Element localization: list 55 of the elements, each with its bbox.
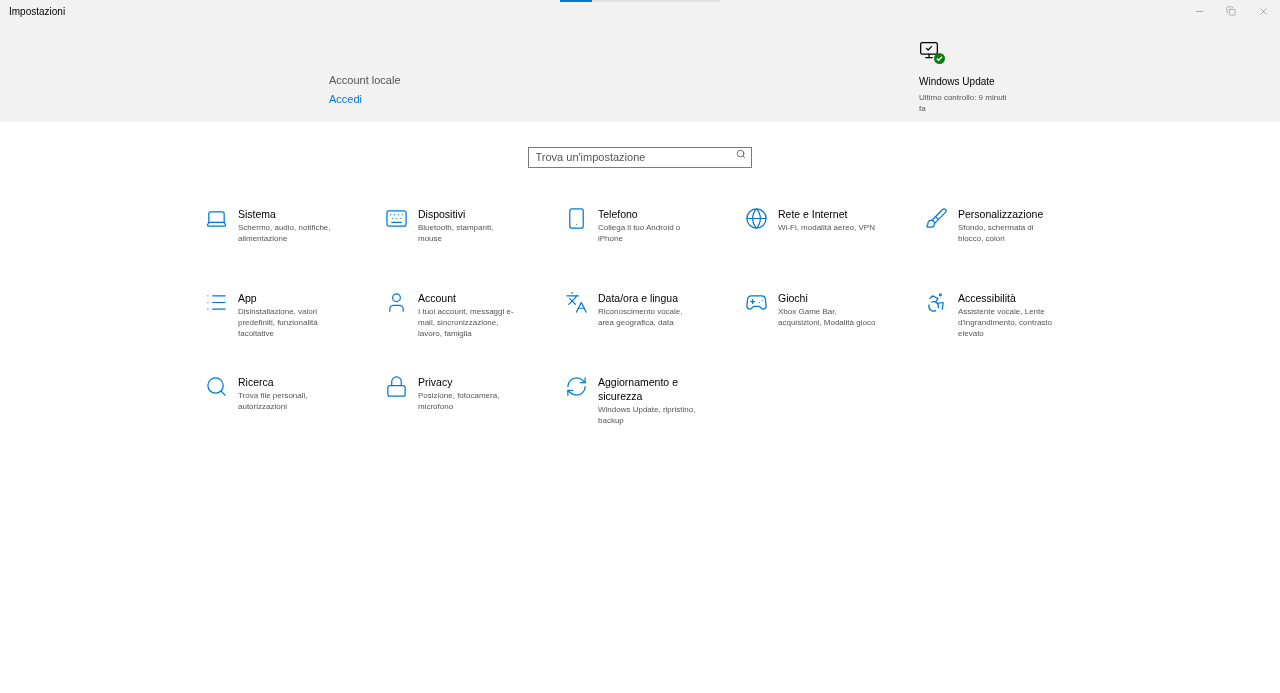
settings-category[interactable]: Giochi Xbox Game Bar, acquisizioni, Modalità gioco (745, 291, 925, 365)
restore-icon (1226, 6, 1236, 16)
category-title: Dispositivi (418, 207, 467, 221)
category-title: Rete e Internet (778, 207, 849, 221)
brush-icon (925, 207, 948, 230)
category-description: Wi-Fi, modalità aereo, VPN (778, 222, 876, 233)
window-title: Impostazioni (9, 4, 66, 19)
settings-category[interactable]: App Disinstallazione, valori predefiniti, funzionalità facoltative (205, 291, 385, 365)
category-title: Account (418, 291, 457, 305)
close-icon (1257, 5, 1269, 17)
settings-category[interactable]: Sistema Schermo, audio, notifiche, alimentazione (205, 207, 385, 281)
category-description: Disinstallazione, valori predefiniti, funzionalità facoltative (238, 306, 319, 339)
settings-category[interactable]: Dispositivi Bluetooth, stampanti, mouse (385, 207, 565, 281)
category-title: Personalizzazione (958, 207, 1045, 221)
search-icon (205, 375, 228, 398)
category-title: Aggiornamento e sicurezza (598, 375, 679, 403)
keyboard-icon (385, 207, 408, 230)
refresh-icon (565, 375, 588, 398)
category-description: Trova file personali, autorizzazioni (238, 390, 309, 412)
category-description: Riconoscimento vocale, area geografica, data (598, 306, 684, 328)
settings-category[interactable]: Accessibilità Assistente vocale, Lente d'ingrandimento, contrasto elevato (925, 291, 1105, 365)
settings-category[interactable]: Privacy Posizione, fotocamera, microfono (385, 375, 565, 449)
category-title: Ricerca (238, 375, 275, 389)
category-title: Sistema (238, 207, 277, 221)
settings-category[interactable]: Data/ora e lingua Riconoscimento vocale, area geografica, data (565, 291, 745, 365)
windows-update-button[interactable]: Windows Update (919, 74, 1009, 89)
language-icon (565, 291, 588, 314)
category-description: Xbox Game Bar, acquisizioni, Modalità gioco (778, 306, 877, 328)
settings-category[interactable]: Telefono Collega il tuo Android o iPhone (565, 207, 745, 281)
search-icon (735, 149, 746, 159)
category-title: App (238, 291, 258, 305)
globe-icon (745, 207, 768, 230)
category-description: I tuoi account, messaggi e-mail, sincronizzazione, lavoro, famiglia (418, 306, 515, 339)
settings-category[interactable]: Personalizzazione Sfondo, schermata di blocco, colori (925, 207, 1105, 281)
category-title: Accessibilità (958, 291, 1017, 305)
settings-category[interactable]: Aggiornamento e sicurezza Windows Update, ripristino, backup (565, 375, 745, 449)
category-title: Privacy (418, 375, 454, 389)
lock-icon (385, 375, 408, 398)
category-description: Collega il tuo Android o iPhone (598, 222, 682, 244)
category-description: Bluetooth, stampanti, mouse (418, 222, 495, 244)
category-description: Sfondo, schermata di blocco, colori (958, 222, 1035, 244)
update-status: Ultimo controllo: 9 minuti fa (919, 92, 1008, 114)
search-field[interactable]: Trova un'impostazione (527, 146, 752, 168)
category-description: Assistente vocale, Lente d'ingrandimento, contrasto elevato (958, 306, 1054, 339)
category-description: Schermo, audio, notifiche, alimentazione (238, 222, 332, 244)
settings-category[interactable]: Ricerca Trova file personali, autorizzazioni (205, 375, 385, 449)
category-title: Data/ora e lingua (598, 291, 679, 305)
category-title: Giochi (778, 291, 809, 305)
category-description: Windows Update, ripristino, backup (598, 404, 697, 426)
settings-category[interactable]: Account I tuoi account, messaggi e-mail, sincronizzazione, lavoro, famiglia (385, 291, 565, 365)
account-name: Account locale (329, 73, 402, 88)
settings-category[interactable]: Rete e Internet Wi-Fi, modalità aereo, VPN (745, 207, 925, 281)
category-description: Posizione, fotocamera, microfono (418, 390, 501, 412)
sign-in-link[interactable]: Accedi (329, 90, 363, 107)
category-title: Telefono (598, 207, 639, 221)
